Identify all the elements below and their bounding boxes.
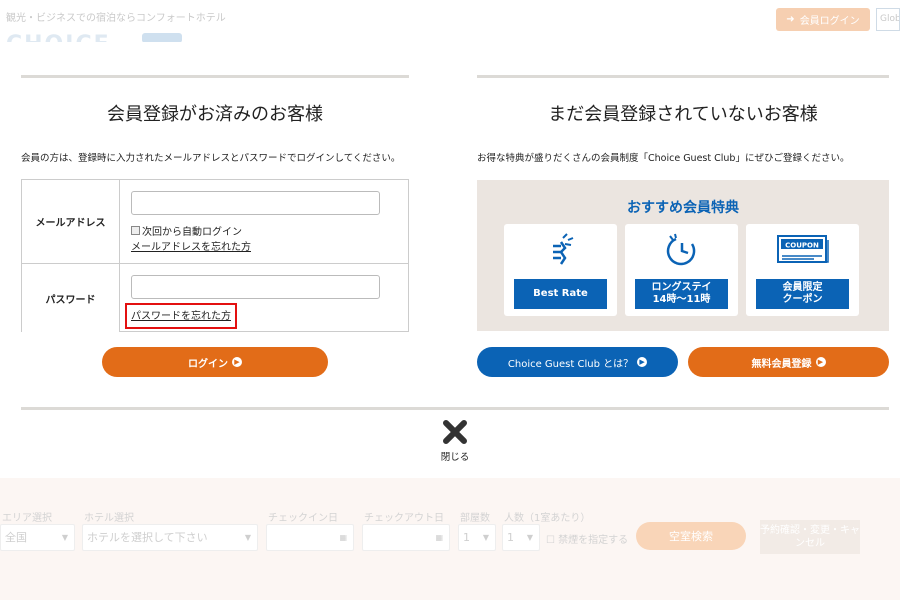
email-label: メールアドレス (22, 180, 120, 263)
rooms-select[interactable]: 1 ▼ (458, 524, 496, 551)
chevron-down-icon: ▼ (61, 533, 68, 542)
benefit-label: ロングステイ 14時～11時 (635, 279, 728, 309)
chevron-down-icon: ▼ (482, 533, 489, 542)
benefits-panel: おすすめ会員特典 Best Rate ロングステイ 14時～11時 COUPON… (477, 180, 889, 331)
reservation-confirm-button[interactable]: 予約確認・変更・キャンセル (760, 520, 860, 554)
chevron-down-icon: ▼ (526, 533, 533, 542)
rooms-label: 部屋数 (460, 513, 490, 524)
coupon-icon: COUPON (746, 230, 859, 270)
benefits-title: おすすめ会員特典 (627, 200, 739, 216)
register-button[interactable]: 無料会員登録 ▶ (688, 347, 889, 377)
register-button-label: 無料会員登録 (751, 358, 812, 370)
auto-login-option[interactable]: 次回から自動ログイン (131, 223, 242, 238)
member-title: 会員登録がお済みのお客様 (107, 104, 323, 125)
arrow-right-icon: ▶ (232, 357, 242, 367)
checkout-input[interactable]: ▦ (362, 524, 450, 551)
arrow-right-icon: ▶ (815, 357, 826, 367)
header-member-login-label: 会員ログイン (799, 16, 860, 27)
close-label[interactable]: 閉じる (430, 449, 480, 463)
email-field[interactable] (131, 191, 380, 215)
benefit-card-best-rate: Best Rate (504, 224, 617, 316)
area-label: エリア選択 (2, 513, 52, 524)
login-icon: ➜ (786, 14, 795, 25)
search-button[interactable]: 空室検索 (636, 522, 746, 550)
checkin-input[interactable]: ▦ (266, 524, 354, 551)
calendar-icon: ▦ (339, 533, 347, 542)
site-tagline: 観光・ビジネスでの宿泊ならコンフォートホテル (6, 13, 226, 24)
benefit-label: 会員限定 クーポン (756, 279, 849, 309)
nonmember-description: お得な特典が盛りだくさんの会員制度「Choice Guest Club」にぜひご… (477, 153, 850, 164)
coupon-text: COUPON (785, 242, 819, 250)
divider (21, 407, 889, 410)
auto-login-label: 次回から自動ログイン (142, 227, 242, 238)
checkin-label: チェックイン日 (268, 513, 338, 524)
chevron-down-icon: ▼ (244, 533, 251, 542)
password-field[interactable] (131, 275, 380, 299)
benefit-card-coupon: COUPON 会員限定 クーポン (746, 224, 859, 316)
site-header: 観光・ビジネスでの宿泊ならコンフォートホテル CHOICE ➜ 会員ログイン G… (0, 0, 900, 57)
login-modal: 会員登録がお済みのお客様 まだ会員登録されていないお客様 会員の方は、登録時に入… (0, 42, 900, 478)
hotel-select[interactable]: ホテルを選択して下さい ▼ (82, 524, 258, 551)
area-select[interactable]: 全国 ▼ (0, 524, 75, 551)
auto-login-checkbox[interactable] (131, 226, 140, 235)
divider (21, 75, 409, 78)
password-label: パスワード (22, 264, 120, 332)
search-button-label: 空室検索 (669, 530, 713, 543)
hotel-label: ホテル選択 (84, 513, 134, 524)
header-member-login-button[interactable]: ➜ 会員ログイン (776, 8, 870, 31)
benefit-card-long-stay: ロングステイ 14時～11時 (625, 224, 738, 316)
about-guest-club-button[interactable]: Choice Guest Club とは？ ▶ (477, 347, 678, 377)
login-button[interactable]: ログイン ▶ (102, 347, 328, 377)
language-selector[interactable]: Glob (876, 8, 900, 31)
forgot-email-link[interactable]: メールアドレスを忘れた方 (131, 238, 251, 253)
divider (477, 75, 889, 78)
member-description: 会員の方は、登録時に入力されたメールアドレスとパスワードでログインしてください。 (21, 153, 401, 164)
guests-label: 人数（1室あたり） (504, 513, 591, 524)
highlight-box (125, 303, 237, 329)
clock-icon (625, 230, 738, 270)
guests-select[interactable]: 1 ▼ (502, 524, 540, 551)
arrow-right-icon: ▶ (637, 357, 648, 367)
benefit-label: Best Rate (514, 279, 607, 309)
best-rate-icon (504, 230, 617, 270)
login-button-label: ログイン (188, 358, 228, 370)
checkout-label: チェックアウト日 (364, 513, 444, 524)
smoking-checkbox-label[interactable]: ☐ 禁煙を指定する (546, 531, 628, 546)
about-guest-club-label: Choice Guest Club とは？ (507, 358, 634, 370)
calendar-icon: ▦ (435, 533, 443, 542)
close-icon[interactable] (442, 419, 468, 445)
nonmember-title: まだ会員登録されていないお客様 (548, 104, 818, 125)
